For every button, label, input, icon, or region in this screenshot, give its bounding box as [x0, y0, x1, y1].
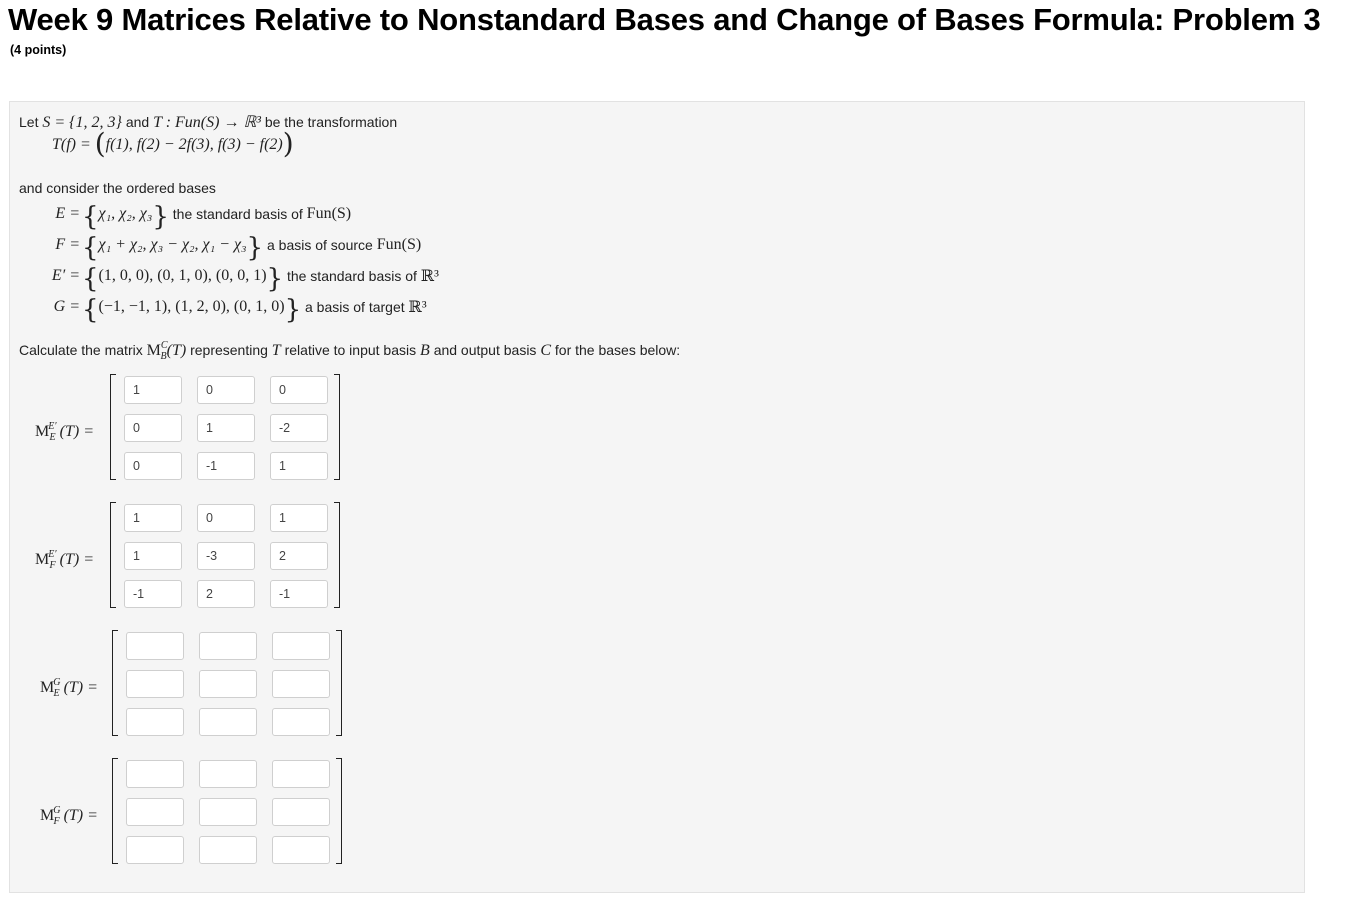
matrix-label-arg: (T) = [55, 551, 94, 568]
instruction-T: T [271, 342, 281, 359]
transform-lhs: T(f) = [52, 136, 91, 153]
matrix-entry-input[interactable] [270, 504, 328, 532]
basis-desc-math: Fun(S) [376, 236, 422, 253]
matrix-right-bracket [334, 502, 340, 608]
matrix-entry-input[interactable] [199, 836, 257, 864]
matrix-label-arg: (T) = [59, 807, 98, 824]
matrix-entry-input[interactable] [124, 376, 182, 404]
matrix-right-bracket [334, 374, 340, 480]
basis-desc: a basis of source [266, 237, 373, 253]
matrix-entry-input[interactable] [270, 376, 328, 404]
matrix-entry-input[interactable] [272, 836, 330, 864]
set-s-math: S = {1, 2, 3} [42, 114, 122, 131]
matrix-entry-input[interactable] [126, 670, 184, 698]
matrix-left-bracket [110, 502, 116, 608]
basis-desc: the standard basis of [172, 206, 303, 222]
instruction-B: B [420, 342, 430, 359]
matrix-entry-input[interactable] [126, 798, 184, 826]
basis-desc: the standard basis of [286, 268, 417, 284]
instruction-end: for the bases below: [554, 342, 681, 358]
matrix-entry-input[interactable] [124, 542, 182, 570]
basis-desc: a basis of target [305, 299, 405, 315]
matrix-entry-input[interactable] [124, 580, 182, 608]
matrix-entry-input[interactable] [124, 452, 182, 480]
transform-signature-math: T : Fun(S) → ℝ³ [153, 114, 261, 131]
matrix-label-arg: (T) = [55, 423, 94, 440]
matrix-entry-input[interactable] [272, 632, 330, 660]
matrix-entry-input[interactable] [270, 580, 328, 608]
matrix-entry-input[interactable] [270, 452, 328, 480]
matrix-entry-input[interactable] [272, 708, 330, 736]
matrix-entry-input[interactable] [199, 760, 257, 788]
open-paren: ( [94, 127, 106, 160]
instruction-rel: relative to input basis [284, 342, 417, 358]
matrix-entry-input[interactable] [126, 632, 184, 660]
matrix-entry-input[interactable] [197, 376, 255, 404]
instruction-mid: representing [190, 342, 268, 358]
basis-set: χ₁, χ₂, χ₃ [98, 205, 153, 222]
matrix-entry-input[interactable] [124, 414, 182, 442]
basis-desc-math: Fun(S) [306, 205, 352, 222]
problem-panel: Let S = {1, 2, 3} and T : Fun(S) → ℝ³ be… [9, 101, 1305, 893]
intro-and-text: and [125, 114, 150, 130]
matrix-entry-input[interactable] [272, 670, 330, 698]
matrix-entry-input[interactable] [272, 798, 330, 826]
matrix-entry-input[interactable] [197, 504, 255, 532]
basis-desc-math: ℝ³ [408, 299, 427, 316]
matrix-left-bracket [112, 630, 118, 736]
instruction-C: C [540, 342, 551, 359]
instruction-line: Calculate the matrix MCB(T) representing… [19, 340, 680, 362]
matrix-entry-input[interactable] [270, 542, 328, 570]
matrix-entry-input[interactable] [126, 708, 184, 736]
matrix-entry-input[interactable] [126, 760, 184, 788]
instruction-out: and output basis [433, 342, 537, 358]
instruction-matrix-symbol: MCB(T) [146, 340, 187, 362]
basis-set: χ₁ + χ₂, χ₃ − χ₂, χ₁ − χ₃ [98, 236, 247, 253]
matrix-entry-input[interactable] [270, 414, 328, 442]
transform-body: f(1), f(2) − 2f(3), f(3) − f(2) [105, 136, 283, 153]
matrix-label-arg: (T) = [59, 679, 98, 696]
matrix-label: MGE (T) = [40, 677, 98, 699]
basis-f-row: F = {χ₁ + χ₂, χ₃ − χ₂, χ₁ − χ₃} a basis … [10, 233, 422, 261]
matrix-label: ME′F (T) = [35, 549, 94, 571]
basis-desc-math: ℝ³ [420, 268, 439, 285]
points-label: (4 points) [10, 43, 67, 57]
basis-g-row: G = {(−1, −1, 1), (1, 2, 0), (0, 1, 0)} … [10, 295, 427, 323]
matrix-entry-input[interactable] [199, 798, 257, 826]
basis-e-row: E = {χ₁, χ₂, χ₃} the standard basis of F… [10, 202, 352, 230]
matrix-entry-input[interactable] [199, 708, 257, 736]
matrix-entry-input[interactable] [199, 670, 257, 698]
matrix-label: MGF (T) = [40, 805, 98, 827]
matrix-entry-input[interactable] [199, 632, 257, 660]
page-title: Week 9 Matrices Relative to Nonstandard … [8, 2, 1321, 37]
close-paren: ) [282, 127, 294, 160]
basis-set: (1, 0, 0), (0, 1, 0), (0, 0, 1) [98, 267, 267, 284]
matrix-arg: (T) [166, 342, 187, 359]
matrix-entry-input[interactable] [272, 760, 330, 788]
basis-lhs: E′ = [51, 267, 80, 284]
matrix-left-bracket [112, 758, 118, 864]
matrix-m: M [146, 342, 161, 359]
matrix-entry-input[interactable] [197, 580, 255, 608]
matrix-entry-input[interactable] [126, 836, 184, 864]
intro-line: Let S = {1, 2, 3} and T : Fun(S) → ℝ³ be… [19, 112, 397, 132]
basis-eprime-row: E′ = {(1, 0, 0), (0, 1, 0), (0, 0, 1)} t… [10, 264, 439, 292]
matrix-right-bracket [336, 630, 342, 736]
matrix-label: ME′E (T) = [35, 421, 94, 443]
matrix-entry-input[interactable] [197, 414, 255, 442]
matrix-entry-input[interactable] [197, 542, 255, 570]
intro-let-text: Let [19, 114, 39, 130]
transform-definition: T(f) = (f(1), f(2) − 2f(3), f(3) − f(2)) [52, 130, 294, 158]
basis-lhs: E = [55, 205, 80, 222]
basis-lhs: G = [53, 298, 80, 315]
basis-lhs: F = [55, 236, 80, 253]
matrix-left-bracket [110, 374, 116, 480]
consider-text: and consider the ordered bases [19, 180, 216, 196]
matrix-right-bracket [336, 758, 342, 864]
matrix-entry-input[interactable] [124, 504, 182, 532]
matrix-entry-input[interactable] [197, 452, 255, 480]
basis-set: (−1, −1, 1), (1, 2, 0), (0, 1, 0) [98, 298, 285, 315]
instruction-pre: Calculate the matrix [19, 342, 143, 358]
